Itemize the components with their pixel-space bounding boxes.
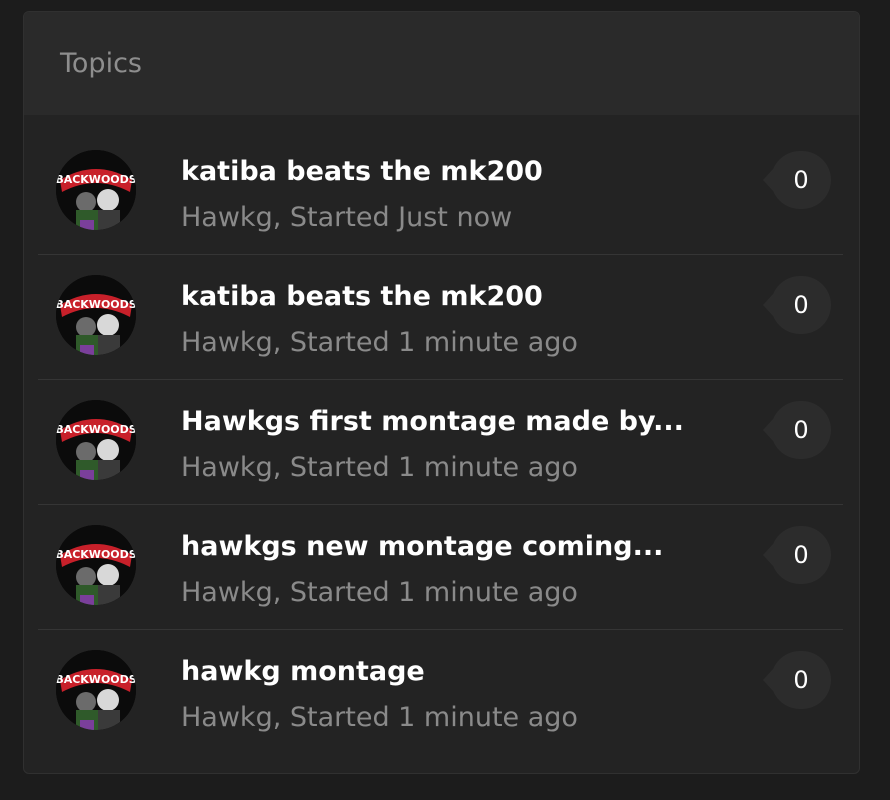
- user-avatar[interactable]: BACKWOODS: [56, 525, 136, 605]
- topic-row[interactable]: BACKWOODS hawkg montage Hawkg, Started 1…: [38, 630, 843, 755]
- topic-row[interactable]: BACKWOODS Hawkgs first montage made by..…: [38, 380, 843, 505]
- user-avatar[interactable]: BACKWOODS: [56, 150, 136, 230]
- topic-meta: Hawkg, Started 1 minute ago: [181, 327, 578, 358]
- topic-meta: Hawkg, Started 1 minute ago: [181, 702, 578, 733]
- svg-text:BACKWOODS: BACKWOODS: [56, 298, 136, 311]
- topic-title[interactable]: Hawkgs first montage made by...: [181, 406, 684, 437]
- avatar-image: BACKWOODS: [56, 525, 136, 605]
- svg-text:BACKWOODS: BACKWOODS: [56, 423, 136, 436]
- user-avatar[interactable]: BACKWOODS: [56, 650, 136, 730]
- topic-list: BACKWOODS katiba beats the mk200 Hawkg, …: [24, 130, 859, 755]
- reply-count-badge: 0: [763, 151, 831, 209]
- user-avatar[interactable]: BACKWOODS: [56, 275, 136, 355]
- reply-count-badge: 0: [763, 526, 831, 584]
- avatar-image: BACKWOODS: [56, 650, 136, 730]
- avatar-image: BACKWOODS: [56, 275, 136, 355]
- svg-text:BACKWOODS: BACKWOODS: [56, 173, 136, 186]
- topic-title[interactable]: katiba beats the mk200: [181, 281, 543, 312]
- reply-count-badge: 0: [763, 651, 831, 709]
- user-avatar[interactable]: BACKWOODS: [56, 400, 136, 480]
- topic-meta: Hawkg, Started Just now: [181, 202, 513, 233]
- avatar-image: BACKWOODS: [56, 400, 136, 480]
- reply-count-badge: 0: [763, 401, 831, 459]
- topic-row[interactable]: BACKWOODS hawkgs new montage coming... H…: [38, 505, 843, 630]
- panel-header: Topics: [24, 12, 859, 115]
- topic-meta: Hawkg, Started 1 minute ago: [181, 577, 578, 608]
- topic-title[interactable]: hawkgs new montage coming...: [181, 531, 663, 562]
- topic-title[interactable]: katiba beats the mk200: [181, 156, 543, 187]
- topic-title[interactable]: hawkg montage: [181, 656, 425, 687]
- avatar-image: BACKWOODS: [56, 150, 136, 230]
- panel-title: Topics: [60, 48, 142, 79]
- topic-meta: Hawkg, Started 1 minute ago: [181, 452, 578, 483]
- svg-text:BACKWOODS: BACKWOODS: [56, 673, 136, 686]
- topic-row[interactable]: BACKWOODS katiba beats the mk200 Hawkg, …: [38, 130, 843, 255]
- topics-panel: Topics BACKWOODS katiba beats the mk200 …: [23, 11, 860, 774]
- svg-text:BACKWOODS: BACKWOODS: [56, 548, 136, 561]
- topic-row[interactable]: BACKWOODS katiba beats the mk200 Hawkg, …: [38, 255, 843, 380]
- reply-count-badge: 0: [763, 276, 831, 334]
